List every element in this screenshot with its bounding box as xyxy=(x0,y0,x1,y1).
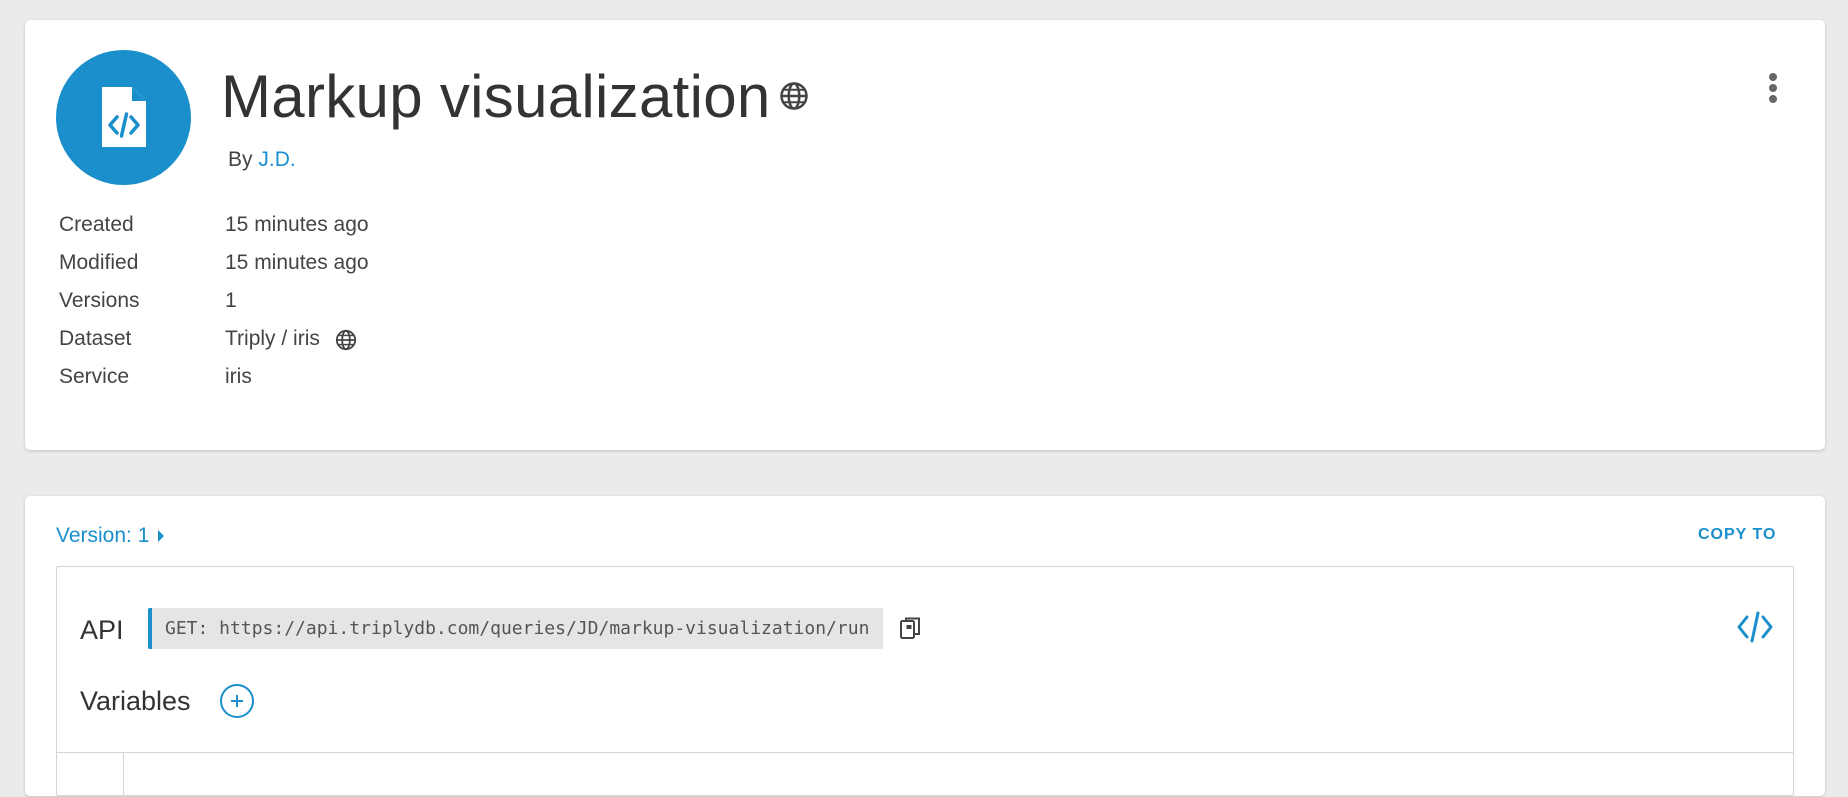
editor-divider xyxy=(57,752,1793,753)
created-value: 15 minutes ago xyxy=(225,213,369,236)
service-label: Service xyxy=(59,365,130,388)
service-link[interactable]: iris xyxy=(225,365,252,389)
globe-icon xyxy=(335,329,357,356)
add-circle-icon[interactable] xyxy=(220,684,254,718)
version-label: Version: 1 xyxy=(56,524,150,547)
version-selector[interactable]: Version: 1 xyxy=(56,524,165,548)
query-header-card: Markup visualization By J.D. Created 15 … xyxy=(25,20,1825,450)
variables-label: Variables xyxy=(80,686,191,716)
file-code-icon xyxy=(56,50,191,185)
byline-prefix: By xyxy=(228,148,253,171)
version-card: Version: 1 COPY TO API GET: https://api.… xyxy=(25,496,1825,797)
modified-value: 15 minutes ago xyxy=(225,251,369,274)
api-label: API xyxy=(80,615,124,645)
author-link[interactable]: J.D. xyxy=(258,148,295,171)
more-vert-icon[interactable] xyxy=(1763,70,1783,110)
dataset-link[interactable]: Triply / iris xyxy=(225,327,320,351)
code-icon[interactable] xyxy=(1737,611,1773,648)
api-url[interactable]: GET: https://api.triplydb.com/queries/JD… xyxy=(148,608,883,649)
copy-icon[interactable] xyxy=(899,616,923,647)
dataset-label: Dataset xyxy=(59,327,132,350)
editor-gutter xyxy=(123,752,124,797)
globe-icon xyxy=(779,81,809,116)
modified-label: Modified xyxy=(59,251,139,274)
versions-label: Versions xyxy=(59,289,140,312)
created-label: Created xyxy=(59,213,134,236)
page-title: Markup visualization xyxy=(221,63,771,130)
byline: By J.D. xyxy=(228,148,296,172)
versions-value: 1 xyxy=(225,289,237,312)
caret-right-icon xyxy=(158,530,165,542)
copy-to-button[interactable]: COPY TO xyxy=(1698,526,1776,544)
